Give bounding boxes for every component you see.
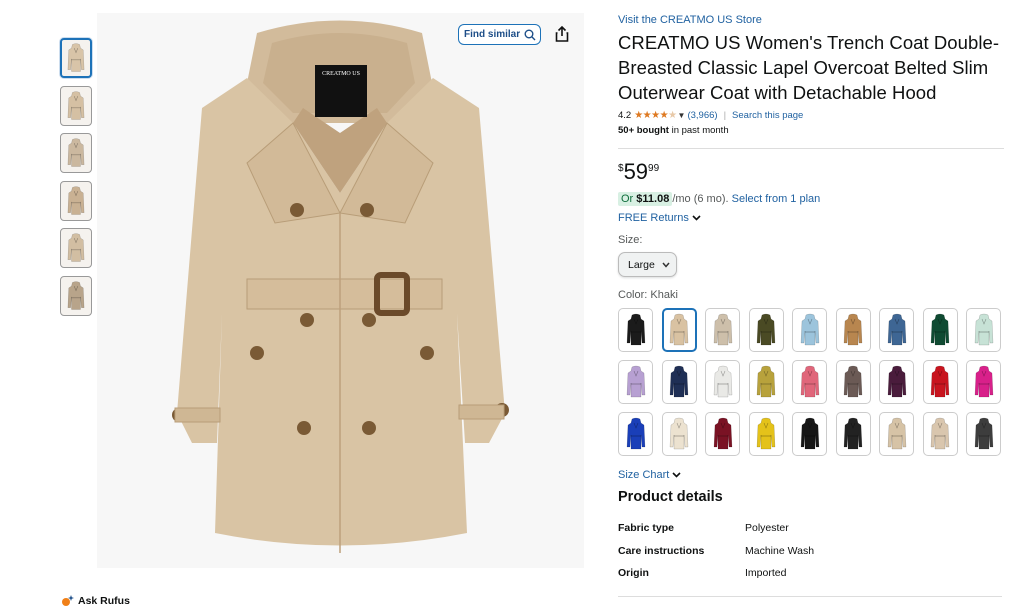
- thumb-detail-collage[interactable]: [60, 133, 92, 173]
- chevron-down-icon: [672, 472, 681, 478]
- search-page-link[interactable]: Search this page: [732, 110, 803, 121]
- swatch-camel[interactable]: [835, 308, 871, 352]
- divider: [618, 148, 1004, 149]
- trench-coat-illustration: [172, 20, 509, 553]
- color-label: Color: Khaki: [618, 289, 678, 301]
- swatch-beige[interactable]: [661, 412, 697, 456]
- size-chart-link[interactable]: Size Chart: [618, 468, 1004, 482]
- swatch-yellow[interactable]: [748, 412, 784, 456]
- swatch-denim-blue[interactable]: [879, 308, 914, 352]
- rating-value: 4.2: [618, 110, 632, 121]
- swatch-army-green[interactable]: [748, 308, 784, 352]
- thumb-hood-details[interactable]: [60, 228, 92, 268]
- find-similar-button[interactable]: Find similar: [458, 24, 542, 45]
- thumb-fabric-details[interactable]: [60, 275, 92, 316]
- swatch-purple[interactable]: [879, 360, 914, 404]
- monthly-pill: Or $11.08: [618, 191, 673, 206]
- store-link[interactable]: Visit the CREATMO US Store: [618, 14, 1004, 28]
- details-key: Care instructions: [618, 544, 705, 557]
- search-icon: [524, 29, 536, 40]
- details-row: Care instructions Machine Wash: [618, 540, 1004, 563]
- monthly-or: Or: [621, 192, 637, 205]
- swatch-black-3[interactable]: [835, 412, 871, 456]
- details-key: Origin: [618, 567, 649, 580]
- product-title: CREATMO US Women's Trench Coat Double-Br…: [618, 32, 1000, 103]
- monthly-amount: $11.08: [636, 192, 670, 205]
- details-value: Polyester: [745, 522, 789, 535]
- divider: [618, 596, 1002, 597]
- star-rating-icon[interactable]: ★★★★★: [634, 110, 677, 121]
- details-value: Imported: [745, 567, 787, 580]
- free-returns-label: FREE Returns: [618, 211, 689, 224]
- details-key: Fabric type: [618, 522, 675, 535]
- swatch-khaki[interactable]: [661, 308, 697, 352]
- swatch-lavender[interactable]: [618, 360, 653, 404]
- details-row: Origin Imported: [618, 562, 1004, 585]
- swatch-charcoal[interactable]: [966, 412, 1001, 456]
- find-similar-label: Find similar: [464, 29, 521, 40]
- price: $ 59 99: [618, 161, 1004, 183]
- chevron-down-icon: [662, 262, 670, 268]
- bought-info: 50+ bought in past month: [618, 125, 1004, 138]
- swatch-rose[interactable]: [792, 360, 827, 404]
- monthly-terms: /mo (6 mo).: [672, 192, 729, 205]
- share-button[interactable]: [552, 24, 572, 44]
- size-selected-value: Large: [628, 258, 655, 271]
- swatch-plaid[interactable]: [835, 360, 871, 404]
- rating-row: 4.2 ★★★★★ ▼ (3,966) | Search this page: [618, 109, 1004, 122]
- select-plan-link[interactable]: Select from 1 plan: [732, 193, 821, 205]
- ask-rufus-label: Ask Rufus: [78, 595, 130, 607]
- rufus-icon: [62, 595, 74, 606]
- product-details-table: Fabric type Polyester Care instructions Mac…: [618, 517, 1004, 585]
- swatch-light-blue[interactable]: [792, 308, 827, 352]
- swatch-black[interactable]: [618, 308, 653, 352]
- price-whole: 59: [623, 159, 649, 184]
- divider: |: [723, 110, 727, 121]
- bought-count: 50+ bought: [618, 125, 669, 136]
- color-swatch-grid: [618, 308, 1004, 456]
- size-chart-label: Size Chart: [618, 469, 670, 481]
- thumb-front-view[interactable]: [60, 38, 92, 78]
- swatch-dark-green[interactable]: [922, 308, 958, 352]
- swatch-nude[interactable]: [922, 412, 958, 456]
- swatch-burgundy[interactable]: [705, 412, 740, 456]
- swatch-mustard[interactable]: [748, 360, 784, 404]
- swatch-light-khaki[interactable]: [705, 308, 740, 352]
- product-details-heading: Product details: [618, 489, 723, 505]
- thumbnail-strip: [60, 38, 94, 323]
- chevron-down-icon[interactable]: ▼: [678, 111, 686, 120]
- details-value: Machine Wash: [745, 544, 815, 557]
- swatch-mint[interactable]: [966, 308, 1001, 352]
- ask-rufus-button[interactable]: Ask Rufus: [60, 594, 130, 608]
- size-label: Size:: [618, 234, 643, 246]
- free-returns-link[interactable]: FREE Returns: [618, 210, 1004, 225]
- product-info-panel: Visit the CREATMO US Store CREATMO US Wo…: [618, 14, 1004, 585]
- size-dropdown[interactable]: Large: [618, 252, 677, 277]
- swatch-hot-pink[interactable]: [966, 360, 1001, 404]
- details-row: Fabric type Polyester: [618, 517, 1004, 540]
- thumb-hood-view[interactable]: [60, 85, 92, 126]
- swatch-royal-blue[interactable]: [618, 412, 653, 456]
- swatch-black-2[interactable]: [792, 412, 827, 456]
- share-icon: [555, 25, 569, 42]
- swatch-white[interactable]: [705, 360, 740, 404]
- price-fraction: 99: [648, 163, 660, 174]
- garment-label: CREATMO US: [322, 71, 360, 77]
- bought-period: in past month: [668, 125, 729, 136]
- main-product-image[interactable]: [97, 13, 584, 568]
- chevron-down-icon: [692, 214, 701, 221]
- review-count-link[interactable]: (3,966): [687, 110, 717, 121]
- thumb-features[interactable]: [60, 180, 92, 221]
- monthly-payment: Or $11.08 /mo (6 mo). Select from 1 plan: [618, 191, 1004, 206]
- swatch-red[interactable]: [922, 360, 958, 404]
- swatch-navy[interactable]: [661, 360, 697, 404]
- swatch-tan-2[interactable]: [879, 412, 914, 456]
